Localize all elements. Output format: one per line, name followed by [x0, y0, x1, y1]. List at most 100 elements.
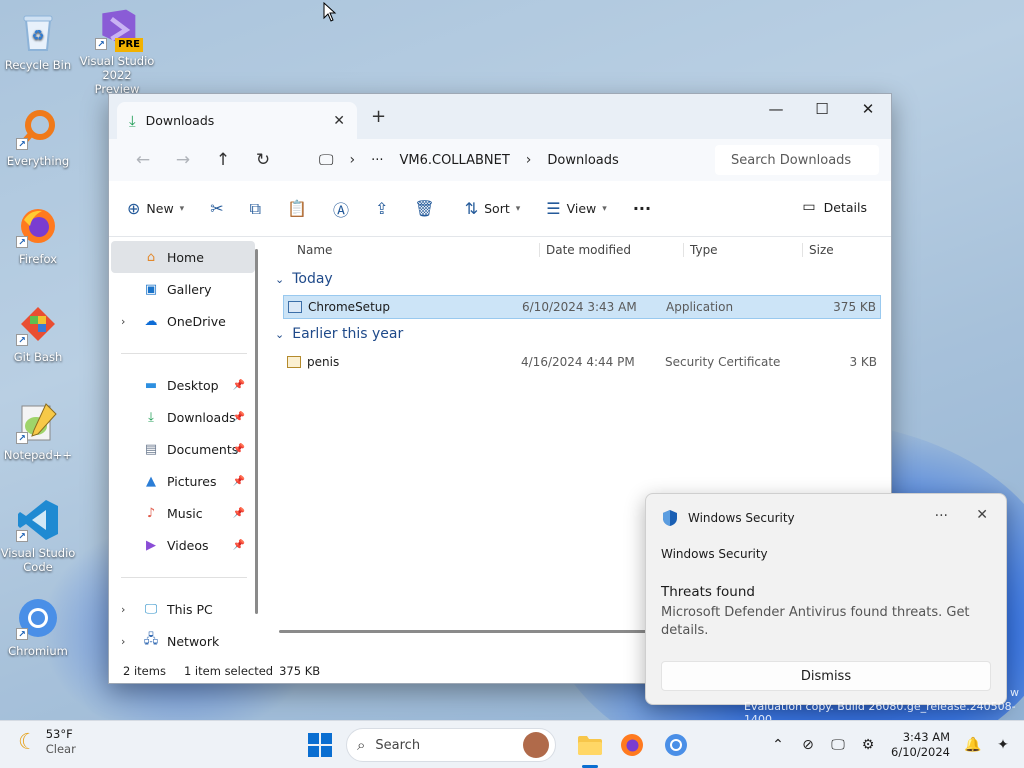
sidebar-item-desktop[interactable]: ▬ Desktop 📌 — [109, 369, 259, 401]
security-notification[interactable]: Windows Security ··· ✕ Windows Security … — [645, 493, 1007, 705]
sidebar-item-this-pc[interactable]: › 🖵 This PC — [109, 593, 259, 625]
file-date: 4/16/2024 4:44 PM — [521, 355, 635, 369]
forward-arrow-icon[interactable]: → — [163, 150, 203, 170]
breadcrumb-current[interactable]: Downloads — [547, 153, 618, 168]
sort-button[interactable]: ⇅ Sort ▾ — [465, 199, 521, 218]
chevron-right-icon: › — [349, 152, 356, 168]
sidebar-item-pictures[interactable]: ▲ Pictures 📌 — [109, 465, 259, 497]
start-button[interactable] — [308, 733, 332, 757]
delete-button[interactable]: 🗑 — [414, 199, 434, 218]
new-tab-button[interactable]: + — [371, 106, 386, 127]
close-tab-icon[interactable]: ✕ — [333, 113, 345, 129]
sidebar-scrollbar[interactable] — [255, 249, 258, 614]
notification-more-button[interactable]: ··· — [935, 508, 948, 524]
back-arrow-icon[interactable]: ← — [123, 150, 163, 170]
network-off-icon[interactable]: ⊘ — [793, 737, 823, 753]
shortcut-arrow-icon: ↗ — [16, 628, 28, 640]
file-name: ChromeSetup — [308, 300, 390, 314]
sidebar-item-videos[interactable]: ▶ Videos 📌 — [109, 529, 259, 561]
table-row[interactable]: ChromeSetup 6/10/2024 3:43 AM Applicatio… — [283, 295, 881, 319]
desktop-icon-recycle-bin[interactable]: ♻ Recycle Bin — [0, 10, 76, 72]
refresh-icon[interactable]: ↻ — [243, 150, 283, 170]
sidebar-item-onedrive[interactable]: › ☁ OneDrive — [109, 305, 259, 337]
chromium-icon — [665, 734, 687, 756]
file-type: Security Certificate — [665, 355, 781, 369]
details-button[interactable]: ▭ Details — [802, 199, 867, 215]
display-icon[interactable]: 🖵 — [823, 737, 853, 753]
music-folder-icon: ♪ — [146, 505, 156, 521]
table-row[interactable]: penis 4/16/2024 4:44 PM Security Certifi… — [283, 350, 881, 374]
column-header-size[interactable]: Size — [802, 243, 834, 257]
chevron-down-icon: ▾ — [515, 203, 521, 214]
sidebar-item-downloads[interactable]: ⤓ Downloads 📌 — [109, 401, 259, 433]
clock[interactable]: 3:43 AM 6/10/2024 — [891, 730, 950, 760]
pin-icon[interactable]: 📌 — [233, 380, 245, 391]
bell-icon[interactable]: 🔔 — [958, 737, 988, 753]
chevron-right-icon[interactable]: › — [121, 603, 125, 616]
sidebar-item-music[interactable]: ♪ Music 📌 — [109, 497, 259, 529]
maximize-icon[interactable]: ☐ — [799, 94, 845, 124]
monitor-icon[interactable]: 🖵 — [319, 151, 333, 169]
settings-icon[interactable]: ⚙ — [853, 737, 883, 753]
desktop-icon-firefox[interactable]: ↗ Firefox — [0, 204, 76, 266]
sidebar-item-documents[interactable]: ▤ Documents 📌 — [109, 433, 259, 465]
desktop-icon-chromium[interactable]: ↗ Chromium — [0, 596, 76, 658]
group-header-today[interactable]: ⌄ Today — [275, 271, 333, 287]
file-size: 3 KB — [849, 355, 877, 369]
desktop-icon-git-bash[interactable]: ↗ Git Bash — [0, 302, 76, 364]
minimize-icon[interactable]: — — [753, 94, 799, 124]
pictures-folder-icon: ▲ — [146, 473, 156, 489]
weather-widget[interactable]: ☾ 53°F Clear — [18, 727, 76, 757]
up-arrow-icon[interactable]: ↑ — [203, 150, 243, 170]
group-header-earlier-this-year[interactable]: ⌄ Earlier this year — [275, 326, 403, 342]
chromium-icon: ↗ — [16, 596, 60, 640]
desktop-icon-visual-studio-preview[interactable]: PRE ↗ Visual Studio 2022 Preview — [79, 6, 155, 96]
sidebar-item-home[interactable]: ⌂ Home — [111, 241, 255, 273]
pin-icon[interactable]: 📌 — [233, 476, 245, 487]
search-input[interactable]: Search Downloads — [715, 145, 879, 175]
breadcrumb[interactable]: 🖵 › ··· VM6.COLLABNET › Downloads — [319, 139, 619, 181]
taskbar-search[interactable]: ⌕ Search — [346, 728, 556, 762]
breadcrumb-overflow[interactable]: ··· — [371, 153, 383, 168]
chevron-right-icon[interactable]: › — [121, 635, 125, 648]
item-count: 2 items — [123, 664, 166, 678]
new-button[interactable]: ⊕ New ▾ — [127, 199, 184, 218]
svg-text:♻: ♻ — [32, 28, 45, 44]
pin-icon[interactable]: 📌 — [233, 540, 245, 551]
paste-button[interactable]: 📋 — [287, 199, 307, 218]
desktop-icon-notepad-plus-plus[interactable]: ↗ Notepad++ — [0, 400, 76, 462]
sidebar-item-label: Videos — [167, 537, 209, 553]
taskbar-firefox[interactable] — [618, 731, 646, 759]
pin-icon[interactable]: 📌 — [233, 508, 245, 519]
file-date: 6/10/2024 3:43 AM — [522, 300, 637, 314]
breadcrumb-root[interactable]: VM6.COLLABNET — [399, 153, 509, 168]
share-button[interactable]: ⇪ — [375, 199, 388, 218]
copy-button[interactable]: ⧉ — [250, 199, 261, 219]
pin-icon[interactable]: 📌 — [233, 412, 245, 423]
recycle-bin-icon: ♻ — [16, 10, 60, 54]
sidebar-item-network[interactable]: › 🖧 Network — [109, 625, 259, 657]
column-header-date[interactable]: Date modified — [539, 243, 631, 257]
taskbar-file-explorer[interactable] — [576, 731, 604, 759]
shortcut-arrow-icon: ↗ — [16, 432, 28, 444]
sidebar-item-label: This PC — [167, 601, 213, 617]
copilot-icon[interactable]: ✦ — [988, 737, 1018, 753]
close-icon[interactable]: ✕ — [976, 507, 988, 523]
desktop-icon-vscode[interactable]: ↗ Visual Studio Code — [0, 498, 76, 574]
view-button[interactable]: ☰ View ▾ — [546, 199, 607, 218]
rename-button[interactable]: Ⓐ — [333, 197, 349, 221]
more-options-button[interactable]: ··· — [633, 199, 651, 218]
desktop-icon-everything[interactable]: ↗ Everything — [0, 106, 76, 168]
dismiss-button[interactable]: Dismiss — [661, 661, 991, 691]
tab-downloads[interactable]: ⤓ Downloads ✕ — [117, 102, 357, 139]
taskbar-chromium[interactable] — [662, 731, 690, 759]
chevron-up-icon[interactable]: ⌃ — [763, 737, 793, 753]
column-header-type[interactable]: Type — [683, 243, 718, 257]
cut-button[interactable]: ✂ — [210, 199, 223, 218]
column-header-name[interactable]: Name — [297, 243, 332, 257]
pin-icon[interactable]: 📌 — [233, 444, 245, 455]
chevron-right-icon[interactable]: › — [121, 315, 125, 328]
shortcut-arrow-icon: ↗ — [16, 138, 28, 150]
sidebar-item-gallery[interactable]: ▣ Gallery — [109, 273, 259, 305]
close-window-icon[interactable]: ✕ — [845, 94, 891, 124]
